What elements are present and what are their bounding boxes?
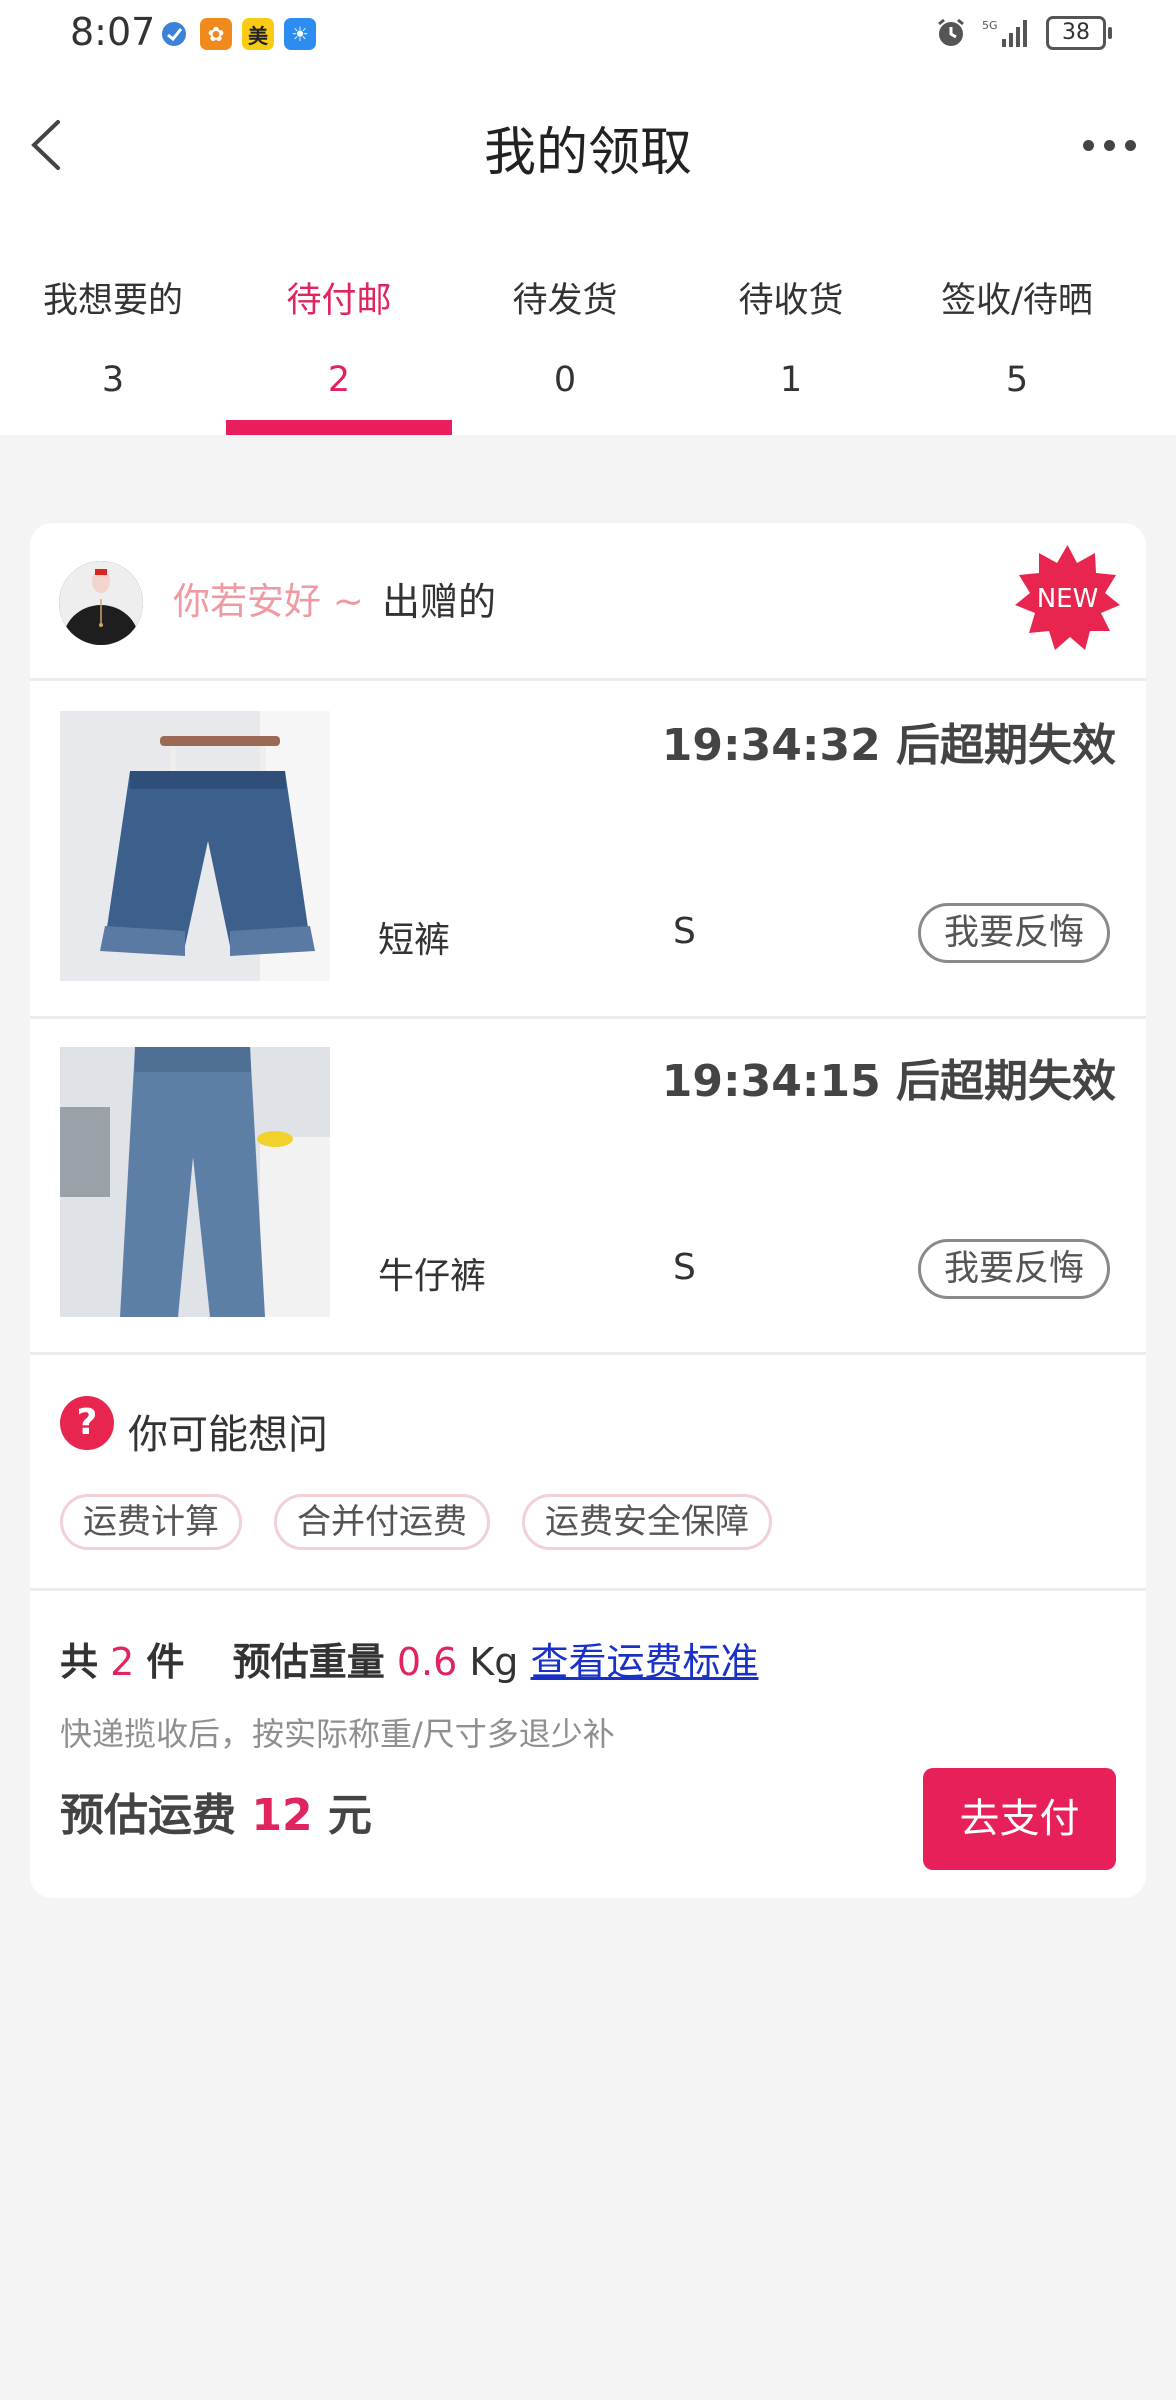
weight-value: 0.6 — [396, 1640, 458, 1684]
fee-label: 预估运费 — [60, 1790, 236, 1841]
tab-pending-shipment[interactable]: 待发货 0 — [452, 220, 678, 435]
new-badge-label: NEW — [1037, 584, 1099, 614]
tab-count: 2 — [327, 360, 351, 400]
status-bar: 8:07 ✿ 美 ☀ 5G 38 — [0, 0, 1176, 70]
item-size: S — [673, 1247, 696, 1288]
fee-unit: 元 — [327, 1790, 372, 1841]
status-tabs: 我想要的 3 待付邮 2 待发货 0 待收货 1 签收/待晒 5 — [0, 220, 1176, 435]
faq-tag-merge-shipping[interactable]: 合并付运费 — [274, 1494, 490, 1550]
item-deadline: 19:34:15 后超期失效 — [661, 1056, 1116, 1107]
new-badge: NEW — [1015, 545, 1120, 650]
page-title: 我的领取 — [483, 123, 692, 183]
active-tab-indicator — [226, 420, 452, 435]
order-card: 你若安好 ~ 出赠的 NEW 19:34:32 后超期失效 短裤 S 我要反悔 — [30, 523, 1146, 1898]
item-size: S — [673, 911, 696, 952]
shipping-standard-link[interactable]: 查看运费标准 — [531, 1640, 759, 1684]
meituan-notification-icon: 美 — [242, 18, 274, 50]
taobao-notification-icon: ✿ — [200, 18, 232, 50]
nav-header: 我的领取 — [0, 70, 1176, 220]
tab-pending-receipt[interactable]: 待收货 1 — [678, 220, 904, 435]
notification-icons: ✿ 美 ☀ — [158, 18, 316, 50]
faq-title: 你可能想问 — [128, 1412, 328, 1458]
weather-notification-icon: ☀ — [284, 18, 316, 50]
faq-tag-shipping-guarantee[interactable]: 运费安全保障 — [522, 1494, 772, 1550]
giver-suffix: 出赠的 — [382, 580, 497, 624]
tab-count: 3 — [101, 360, 125, 400]
total-unit: 件 — [146, 1640, 185, 1684]
divider — [30, 1352, 1146, 1355]
item-name: 短裤 — [378, 920, 451, 961]
item-deadline: 19:34:32 后超期失效 — [661, 720, 1116, 771]
tab-count: 5 — [1005, 360, 1029, 400]
tab-label: 我想要的 — [42, 281, 183, 321]
item-image-jeans[interactable] — [60, 1047, 330, 1317]
shipping-note: 快递揽收后，按实际称重/尺寸多退少补 — [60, 1715, 615, 1753]
avatar[interactable] — [59, 561, 143, 645]
weight-unit: Kg — [469, 1640, 519, 1684]
pay-button[interactable]: 去支付 — [923, 1768, 1116, 1870]
cancel-claim-button[interactable]: 我要反悔 — [918, 1239, 1110, 1299]
battery-icon: 38 — [1046, 16, 1112, 50]
order-item[interactable]: 19:34:32 后超期失效 短裤 S 我要反悔 — [30, 681, 1146, 1016]
question-icon: ? — [60, 1396, 114, 1450]
status-time: 8:07 — [70, 10, 156, 54]
tab-label: 签收/待晒 — [941, 281, 1093, 321]
more-options-icon[interactable] — [1083, 140, 1136, 151]
tab-pending-postage[interactable]: 待付邮 2 — [226, 220, 452, 435]
tab-count: 1 — [779, 360, 803, 400]
faq-tag-shipping-calc[interactable]: 运费计算 — [60, 1494, 242, 1550]
tab-want[interactable]: 我想要的 3 — [0, 220, 226, 435]
tab-label: 待付邮 — [286, 281, 392, 321]
tab-label: 待收货 — [738, 281, 844, 321]
total-count: 2 — [110, 1640, 135, 1684]
tab-count: 0 — [553, 360, 577, 400]
app-notification-icon — [158, 18, 190, 50]
order-item[interactable]: 19:34:15 后超期失效 牛仔裤 S 我要反悔 — [30, 1017, 1146, 1352]
tab-label: 待发货 — [512, 281, 618, 321]
summary-line: 共 2 件 预估重量 0.6 Kg 查看运费标准 — [60, 1631, 759, 1686]
total-prefix: 共 — [60, 1640, 99, 1684]
item-name: 牛仔裤 — [378, 1256, 487, 1297]
alarm-icon — [938, 18, 964, 46]
cancel-claim-button[interactable]: 我要反悔 — [918, 903, 1110, 963]
item-image-shorts[interactable] — [60, 711, 330, 981]
payment-summary: 共 2 件 预估重量 0.6 Kg 查看运费标准 快递揽收后，按实际称重/尺寸多… — [30, 1591, 1146, 1898]
svg-text:5G: 5G — [982, 19, 998, 32]
giver-row[interactable]: 你若安好 ~ 出赠的 NEW — [30, 523, 1146, 678]
signal-icon: 5G — [982, 19, 1027, 47]
fee-value: 12 — [251, 1790, 313, 1841]
weight-label: 预估重量 — [232, 1640, 385, 1684]
faq-tags: 运费计算 合并付运费 运费安全保障 — [60, 1494, 772, 1550]
system-status: 5G 38 — [934, 16, 1112, 50]
tab-received-review[interactable]: 签收/待晒 5 — [904, 220, 1130, 435]
faq-section: ? 你可能想问 运费计算 合并付运费 运费安全保障 — [30, 1356, 1146, 1588]
giver-name[interactable]: 你若安好 ~ — [173, 571, 364, 625]
estimated-fee: 预估运费 12 元 — [60, 1779, 372, 1843]
